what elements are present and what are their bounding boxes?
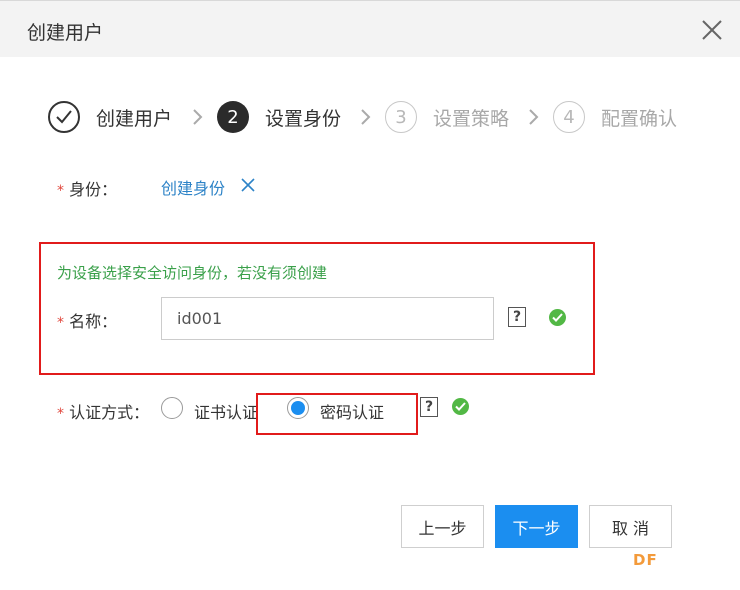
dialog-header: 创建用户: [0, 0, 740, 57]
required-mark: *: [57, 406, 64, 422]
close-icon[interactable]: [240, 177, 256, 193]
step-number: 2: [217, 101, 249, 133]
name-label-text: 名称：: [69, 312, 118, 331]
step-label: 创建用户: [96, 107, 173, 130]
step-set-identity: 2 设置身份: [217, 100, 341, 134]
required-mark: *: [57, 315, 64, 331]
create-user-dialog: 创建用户 创建用户 2 设置身份 3 设置策略 4 配置确认 * 身份： 创建身…: [0, 0, 740, 590]
step-set-policy: 3 设置策略: [385, 100, 509, 134]
help-icon[interactable]: ?: [420, 397, 438, 417]
step-number: 3: [385, 101, 417, 133]
certificate-auth-label[interactable]: 证书认证: [194, 399, 258, 423]
step-number: 4: [553, 101, 585, 133]
step-label: 配置确认: [601, 107, 678, 130]
step-create-user: 创建用户: [48, 100, 172, 134]
dialog-title: 创建用户: [27, 22, 104, 44]
close-icon[interactable]: [699, 17, 725, 43]
next-button[interactable]: 下一步: [495, 505, 578, 548]
chevron-right-icon: [361, 109, 371, 125]
chevron-right-icon: [193, 109, 203, 125]
check-icon: [48, 101, 80, 133]
step-confirm-config: 4 配置确认: [553, 100, 677, 134]
create-identity-link[interactable]: 创建身份: [161, 175, 225, 199]
step-label: 设置身份: [265, 107, 342, 130]
auth-method-label-text: 认证方式：: [69, 403, 150, 422]
name-label: * 名称：: [57, 308, 117, 332]
watermark-logo: DF: [633, 551, 658, 569]
annotation-box: [256, 393, 418, 435]
chevron-right-icon: [529, 109, 539, 125]
step-label: 设置策略: [433, 107, 510, 130]
required-mark: *: [57, 183, 64, 199]
identity-hint: 为设备选择安全访问身份，若没有须创建: [57, 264, 328, 282]
check-circle-icon: [549, 309, 566, 326]
prev-button[interactable]: 上一步: [401, 505, 484, 548]
identity-label: * 身份：: [57, 176, 117, 200]
cancel-button[interactable]: 取 消: [589, 505, 672, 548]
check-circle-icon: [452, 398, 469, 415]
name-input[interactable]: [161, 297, 494, 340]
identity-label-text: 身份：: [69, 180, 118, 199]
certificate-auth-radio[interactable]: [161, 397, 183, 419]
auth-method-label: * 认证方式：: [57, 399, 149, 423]
help-icon[interactable]: ?: [508, 307, 526, 327]
